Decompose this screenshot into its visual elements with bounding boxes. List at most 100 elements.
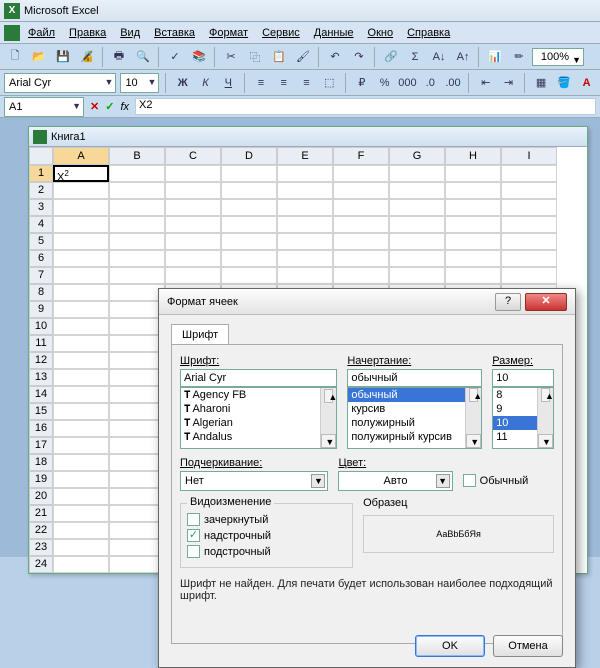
style-option[interactable]: курсив xyxy=(348,402,481,416)
row-header[interactable]: 20 xyxy=(29,488,53,505)
fill-color-icon[interactable]: 🪣 xyxy=(554,72,573,94)
row-header[interactable]: 22 xyxy=(29,522,53,539)
font-listbox[interactable]: Agency FB Aharoni Algerian Andalus ▲▼ xyxy=(180,387,337,449)
col-header-e[interactable]: E xyxy=(277,147,333,165)
bold-icon[interactable]: Ж xyxy=(173,72,192,94)
cell[interactable] xyxy=(109,182,165,199)
align-left-icon[interactable]: ≡ xyxy=(252,72,271,94)
cell[interactable] xyxy=(221,199,277,216)
col-header-i[interactable]: I xyxy=(501,147,557,165)
cell[interactable] xyxy=(53,352,109,369)
row-header[interactable]: 23 xyxy=(29,539,53,556)
hyperlink-icon[interactable]: 🔗 xyxy=(380,46,402,68)
cell[interactable] xyxy=(109,556,165,573)
preview-icon[interactable]: 🔍 xyxy=(132,46,154,68)
col-header-h[interactable]: H xyxy=(445,147,501,165)
cell[interactable] xyxy=(109,318,165,335)
font-name-combo[interactable]: Arial Cyr▼ xyxy=(4,73,116,93)
col-header-f[interactable]: F xyxy=(333,147,389,165)
chart-icon[interactable]: 📊 xyxy=(484,46,506,68)
cell[interactable] xyxy=(53,335,109,352)
cell[interactable] xyxy=(221,233,277,250)
cell[interactable] xyxy=(333,233,389,250)
row-header[interactable]: 24 xyxy=(29,556,53,573)
cell[interactable] xyxy=(53,284,109,301)
row-header[interactable]: 2 xyxy=(29,182,53,199)
merge-icon[interactable]: ⬚ xyxy=(320,72,339,94)
enter-formula-icon[interactable]: ✓ xyxy=(105,100,114,113)
row-header[interactable]: 11 xyxy=(29,335,53,352)
font-size-input[interactable] xyxy=(492,369,554,387)
cell[interactable] xyxy=(53,182,109,199)
row-header[interactable]: 1 xyxy=(29,165,53,182)
cell[interactable] xyxy=(221,182,277,199)
cell[interactable] xyxy=(445,182,501,199)
row-header[interactable]: 16 xyxy=(29,420,53,437)
cell[interactable] xyxy=(277,165,333,182)
cell[interactable] xyxy=(109,165,165,182)
cell[interactable] xyxy=(53,403,109,420)
cell[interactable] xyxy=(53,318,109,335)
size-listbox[interactable]: 8 9 10 11 ▲▼ xyxy=(492,387,554,449)
cell[interactable] xyxy=(53,437,109,454)
italic-icon[interactable]: К xyxy=(196,72,215,94)
superscript-checkbox[interactable]: ✓надстрочный xyxy=(187,529,346,542)
cell[interactable] xyxy=(277,233,333,250)
font-option[interactable]: Andalus xyxy=(181,430,336,444)
cell[interactable] xyxy=(445,233,501,250)
cell[interactable] xyxy=(389,182,445,199)
cell[interactable] xyxy=(109,505,165,522)
dec-decimal-icon[interactable]: .00 xyxy=(444,72,463,94)
cell[interactable] xyxy=(501,233,557,250)
cell[interactable] xyxy=(165,250,221,267)
percent-icon[interactable]: % xyxy=(375,72,394,94)
cell[interactable] xyxy=(501,216,557,233)
col-header-b[interactable]: B xyxy=(109,147,165,165)
cell[interactable] xyxy=(445,267,501,284)
style-listbox[interactable]: обычный курсив полужирный полужирный кур… xyxy=(347,387,482,449)
cell[interactable] xyxy=(53,267,109,284)
cell[interactable] xyxy=(109,539,165,556)
cell[interactable] xyxy=(53,199,109,216)
menu-help[interactable]: Справка xyxy=(401,25,456,41)
cell[interactable] xyxy=(109,267,165,284)
row-header[interactable]: 18 xyxy=(29,454,53,471)
row-header[interactable]: 10 xyxy=(29,318,53,335)
row-header[interactable]: 15 xyxy=(29,403,53,420)
cell[interactable] xyxy=(221,267,277,284)
cell[interactable] xyxy=(333,165,389,182)
open-icon[interactable]: 📂 xyxy=(28,46,50,68)
row-header[interactable]: 4 xyxy=(29,216,53,233)
redo-icon[interactable]: ↷ xyxy=(348,46,370,68)
sort-asc-icon[interactable]: A↓ xyxy=(428,46,450,68)
menu-window[interactable]: Окно xyxy=(362,25,400,41)
cell[interactable] xyxy=(389,216,445,233)
row-header[interactable]: 21 xyxy=(29,505,53,522)
dialog-help-button[interactable]: ? xyxy=(495,293,521,311)
font-style-input[interactable] xyxy=(347,369,482,387)
cell[interactable] xyxy=(165,216,221,233)
new-icon[interactable]: 🗋 xyxy=(4,46,26,68)
cell[interactable] xyxy=(53,301,109,318)
row-header[interactable]: 3 xyxy=(29,199,53,216)
cell[interactable] xyxy=(53,250,109,267)
cell[interactable] xyxy=(53,471,109,488)
research-icon[interactable]: 📚 xyxy=(188,46,210,68)
cell[interactable] xyxy=(277,267,333,284)
subscript-checkbox[interactable]: подстрочный xyxy=(187,545,346,558)
font-color-icon[interactable]: A xyxy=(577,72,596,94)
menu-insert[interactable]: Вставка xyxy=(148,25,201,41)
cell[interactable] xyxy=(277,250,333,267)
row-header[interactable]: 13 xyxy=(29,369,53,386)
paste-icon[interactable]: 📋 xyxy=(268,46,290,68)
cell[interactable] xyxy=(389,250,445,267)
workbook-titlebar[interactable]: Книга1 xyxy=(29,127,587,147)
cell[interactable] xyxy=(277,199,333,216)
borders-icon[interactable]: ▦ xyxy=(532,72,551,94)
spellcheck-icon[interactable]: ✓ xyxy=(164,46,186,68)
row-header[interactable]: 5 xyxy=(29,233,53,250)
cell[interactable] xyxy=(389,165,445,182)
undo-icon[interactable]: ↶ xyxy=(324,46,346,68)
cell[interactable] xyxy=(109,403,165,420)
row-header[interactable]: 12 xyxy=(29,352,53,369)
